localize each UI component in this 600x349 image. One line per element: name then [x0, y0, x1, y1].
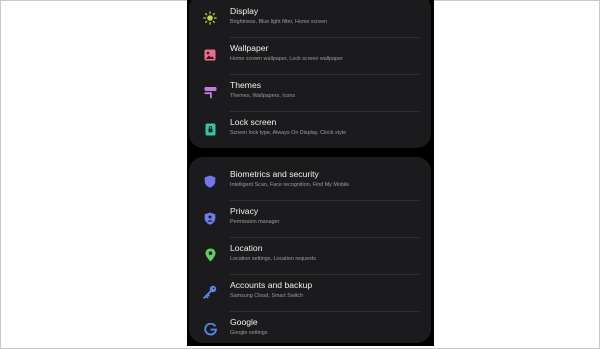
item-title: Wallpaper	[230, 43, 269, 53]
settings-item-location[interactable]: Location Location settings, Location req…	[189, 237, 431, 275]
item-title: Privacy	[230, 206, 259, 216]
settings-item-biometrics-and-security[interactable]: Biometrics and security Intelligent Scan…	[189, 163, 431, 201]
settings-group-personalization: Display Brightness, Blue light filter, H…	[189, 0, 431, 148]
settings-item-accounts-and-backup[interactable]: Accounts and backup Samsung Cloud, Smart…	[189, 274, 431, 312]
item-title: Themes	[230, 80, 262, 90]
key-icon	[200, 282, 220, 302]
settings-item-lock-screen[interactable]: Lock screen Screen lock type, Always On …	[189, 111, 431, 148]
settings-group-security: Biometrics and security Intelligent Scan…	[189, 157, 431, 343]
sun-icon	[200, 8, 220, 28]
settings-item-display[interactable]: Display Brightness, Blue light filter, H…	[189, 0, 431, 38]
lock-icon	[200, 119, 220, 139]
item-subtitle: Home screen wallpaper, Lock screen wallp…	[230, 55, 343, 62]
item-subtitle: Google settings	[230, 329, 268, 336]
item-subtitle: Brightness, Blue light filter, Home scre…	[230, 18, 328, 25]
shield-icon	[200, 171, 220, 191]
item-subtitle: Permission manager	[230, 218, 280, 225]
location-pin-icon	[200, 245, 220, 265]
item-subtitle: Samsung Cloud, Smart Switch	[230, 292, 304, 299]
item-title: Lock screen	[230, 117, 277, 127]
settings-item-themes[interactable]: Themes Themes, Wallpapers, Icons	[189, 74, 431, 112]
google-icon	[200, 319, 220, 339]
item-subtitle: Intelligent Scan, Face recognition, Find…	[230, 181, 350, 188]
item-title: Google	[230, 317, 258, 327]
item-subtitle: Location settings, Location requests	[230, 255, 317, 262]
settings-item-google[interactable]: Google Google settings	[189, 311, 431, 346]
item-title: Display	[230, 6, 259, 16]
settings-item-wallpaper[interactable]: Wallpaper Home screen wallpaper, Lock sc…	[189, 37, 431, 75]
item-subtitle: Themes, Wallpapers, Icons	[230, 92, 296, 99]
settings-screen: Display Brightness, Blue light filter, H…	[187, 0, 434, 346]
privacy-shield-icon	[200, 208, 220, 228]
paint-roller-icon	[200, 82, 220, 102]
item-title: Location	[230, 243, 263, 253]
item-subtitle: Screen lock type, Always On Display, Clo…	[230, 129, 347, 136]
wallpaper-icon	[200, 45, 220, 65]
settings-item-privacy[interactable]: Privacy Permission manager	[189, 200, 431, 238]
item-title: Biometrics and security	[230, 169, 319, 179]
item-title: Accounts and backup	[230, 280, 313, 290]
